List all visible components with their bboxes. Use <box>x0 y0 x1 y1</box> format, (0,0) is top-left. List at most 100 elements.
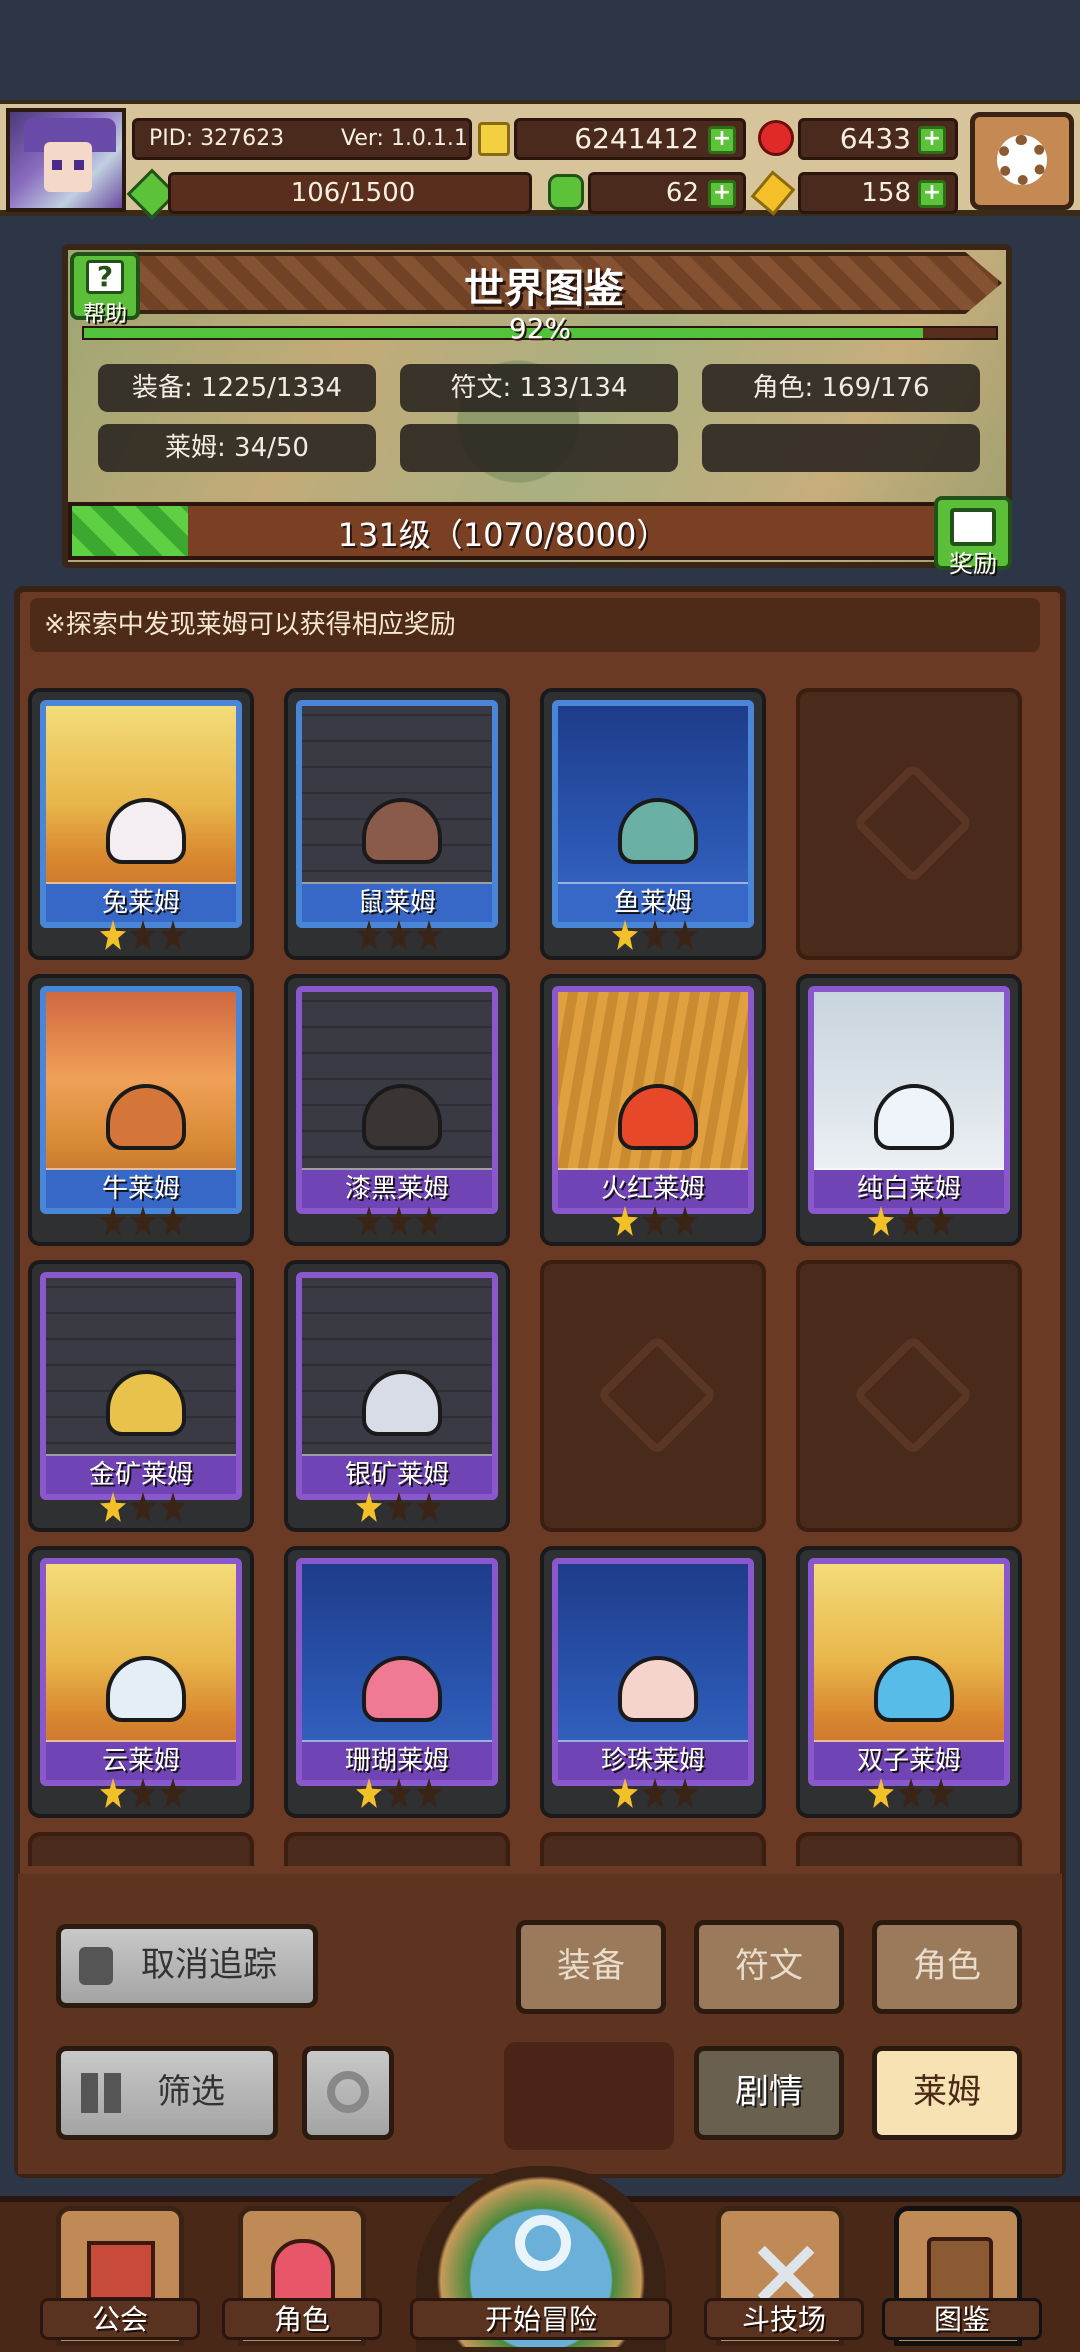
star-icon <box>416 1492 442 1522</box>
star-icon <box>100 1778 126 1808</box>
guild-building-icon <box>87 2241 155 2301</box>
tab-slimes[interactable]: 莱姆 <box>872 2046 1022 2140</box>
slime-sprite-icon <box>618 1656 698 1722</box>
add-key-button[interactable]: + <box>918 180 946 208</box>
gold-coin-icon <box>478 122 510 156</box>
slime-sprite-icon <box>106 798 186 864</box>
tab-characters[interactable]: 角色 <box>872 1920 1022 2014</box>
unknown-question-icon <box>596 1334 718 1456</box>
star-icon <box>356 1206 382 1236</box>
tab-equipment[interactable]: 装备 <box>516 1920 666 2014</box>
slime-sprite-icon <box>362 798 442 864</box>
star-icon <box>130 920 156 950</box>
slime-name: 珊瑚莱姆 <box>302 1742 492 1780</box>
star-icon <box>416 920 442 950</box>
card-frame: 银矿莱姆 <box>296 1272 498 1500</box>
star-icon <box>160 1206 186 1236</box>
card-frame: 纯白莱姆 <box>808 986 1010 1214</box>
slime-card[interactable]: 火红莱姆 <box>540 974 766 1246</box>
star-rating <box>356 1492 446 1526</box>
nav-arena-label: 斗技场 <box>704 2298 864 2340</box>
character-portrait-icon <box>271 2239 335 2305</box>
star-rating <box>868 1206 958 1240</box>
add-gold-button[interactable]: + <box>708 126 736 154</box>
stat-runes: 符文: 133/134 <box>400 364 678 412</box>
card-partial <box>284 1832 510 1866</box>
star-icon <box>100 1492 126 1522</box>
slime-sprite-icon <box>362 1084 442 1150</box>
slime-card[interactable]: 双子莱姆 <box>796 1546 1022 1818</box>
card-frame: 火红莱姆 <box>552 986 754 1214</box>
slime-card[interactable]: 珍珠莱姆 <box>540 1546 766 1818</box>
nav-adventure-label: 开始冒险 <box>410 2298 672 2340</box>
star-rating <box>100 1492 190 1526</box>
star-icon <box>160 1492 186 1522</box>
unknown-question-icon <box>852 762 974 884</box>
gem-amount: 6433 <box>839 122 911 155</box>
stat-characters: 角色: 169/176 <box>702 364 980 412</box>
version-label: Ver: 1.0.1.1 <box>341 126 468 151</box>
star-rating <box>356 920 446 954</box>
player-avatar[interactable] <box>6 108 126 212</box>
star-icon <box>100 920 126 950</box>
card-partial <box>540 1832 766 1866</box>
page-title: 世界图鉴 <box>464 266 624 312</box>
card-frame: 珊瑚莱姆 <box>296 1558 498 1786</box>
avatar-eye <box>74 160 84 170</box>
slime-card[interactable]: 鼠莱姆 <box>284 688 510 960</box>
star-icon <box>130 1206 156 1236</box>
slime-name: 双子莱姆 <box>814 1742 1004 1780</box>
locked-slime-card[interactable] <box>540 1260 766 1532</box>
star-icon <box>356 1778 382 1808</box>
filter-button[interactable]: 筛选 <box>56 2046 278 2140</box>
slime-card[interactable]: 金矿莱姆 <box>28 1260 254 1532</box>
add-clover-button[interactable]: + <box>708 180 736 208</box>
pid-panel: PID: 327623 Ver: 1.0.1.1 <box>132 118 472 160</box>
card-frame: 双子莱姆 <box>808 1558 1010 1786</box>
refresh-icon <box>327 2071 369 2113</box>
locked-slime-card[interactable] <box>796 688 1022 960</box>
star-icon <box>928 1206 954 1236</box>
slime-name: 金矿莱姆 <box>46 1456 236 1494</box>
slime-sprite-icon <box>874 1656 954 1722</box>
slime-sprite-icon <box>106 1370 186 1436</box>
slime-card[interactable]: 珊瑚莱姆 <box>284 1546 510 1818</box>
thumbs-up-icon <box>79 1947 113 1985</box>
slime-card[interactable]: 云莱姆 <box>28 1546 254 1818</box>
slime-card[interactable]: 漆黑莱姆 <box>284 974 510 1246</box>
slime-card[interactable]: 兔莱姆 <box>28 688 254 960</box>
add-gem-button[interactable]: + <box>918 126 946 154</box>
slime-card[interactable]: 银矿莱姆 <box>284 1260 510 1532</box>
star-icon <box>612 1778 638 1808</box>
star-rating <box>612 1206 702 1240</box>
card-frame: 珍珠莱姆 <box>552 1558 754 1786</box>
slime-name: 银矿莱姆 <box>302 1456 492 1494</box>
card-partial <box>28 1832 254 1866</box>
hint-text: ※探索中发现莱姆可以获得相应奖励 <box>30 598 1040 652</box>
stat-equipment: 装备: 1225/1334 <box>98 364 376 412</box>
star-icon <box>672 1206 698 1236</box>
nav-guild-label: 公会 <box>40 2298 200 2340</box>
slime-card[interactable]: 纯白莱姆 <box>796 974 1022 1246</box>
slime-card[interactable]: 牛莱姆 <box>28 974 254 1246</box>
settings-button[interactable] <box>970 112 1074 210</box>
tab-story[interactable]: 剧情 <box>694 2046 844 2140</box>
untrack-label: 取消追踪 <box>141 1945 277 1985</box>
slime-card-grid[interactable]: 兔莱姆 鼠莱姆 鱼莱姆牛莱姆 漆黑莱姆 火红莱姆 纯白莱姆金矿莱姆 银矿莱姆云莱姆 珊瑚莱姆 珍… <box>28 676 1050 1866</box>
slime-card[interactable]: 鱼莱姆 <box>540 688 766 960</box>
slime-sprite-icon <box>618 798 698 864</box>
star-rating <box>612 1778 702 1812</box>
untrack-button[interactable]: 取消追踪 <box>56 1924 318 2008</box>
star-icon <box>356 920 382 950</box>
slime-name: 鱼莱姆 <box>558 884 748 922</box>
magnifier-icon <box>515 2215 571 2271</box>
locked-slime-card[interactable] <box>796 1260 1022 1532</box>
stat-empty <box>702 424 980 472</box>
refresh-button[interactable] <box>302 2046 394 2140</box>
star-rating <box>100 1778 190 1812</box>
card-frame: 金矿莱姆 <box>40 1272 242 1500</box>
star-icon <box>416 1206 442 1236</box>
tab-runes[interactable]: 符文 <box>694 1920 844 2014</box>
star-icon <box>898 1778 924 1808</box>
key-amount: 158 <box>861 178 911 208</box>
